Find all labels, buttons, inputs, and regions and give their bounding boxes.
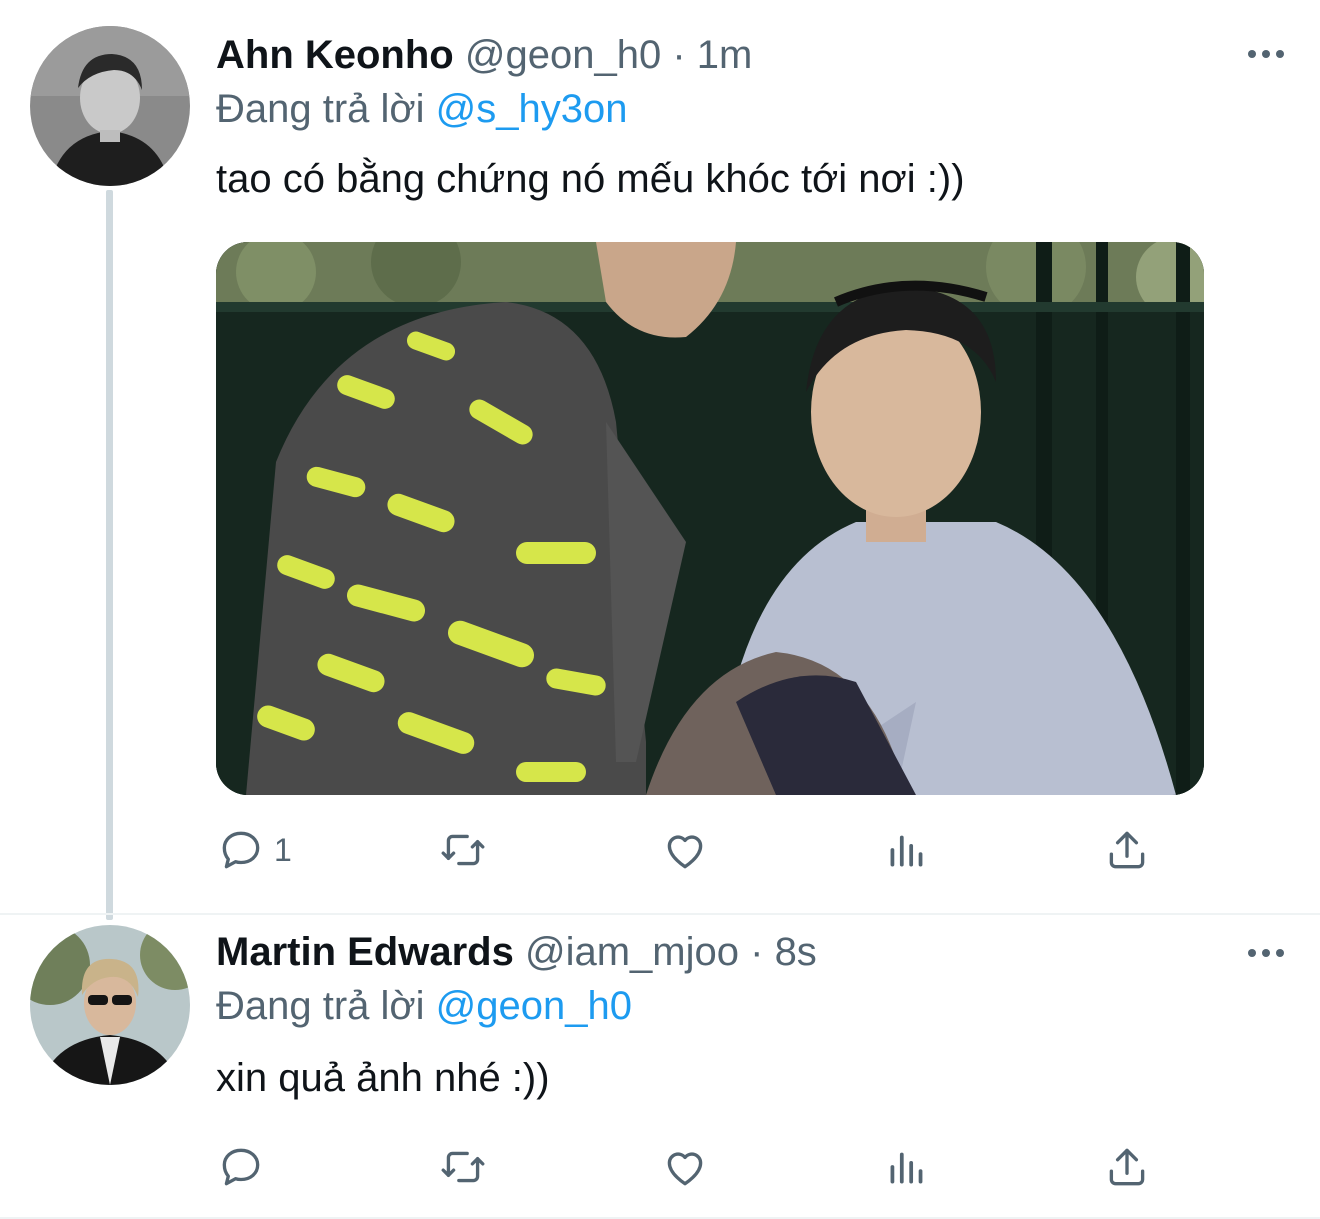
reply-count: 1 xyxy=(274,831,292,868)
separator-dot: · xyxy=(672,33,686,77)
like-button[interactable] xyxy=(660,820,718,880)
reply-icon xyxy=(222,1148,260,1186)
reply-button[interactable]: 1 xyxy=(216,820,292,880)
timestamp[interactable]: 1m xyxy=(697,33,753,77)
separator-dot: · xyxy=(750,930,764,974)
display-name[interactable]: Martin Edwards xyxy=(216,930,514,974)
views-icon xyxy=(890,835,923,867)
like-icon xyxy=(667,835,703,869)
tweet-header: Ahn Keonho @geon_h0 · 1m xyxy=(216,30,752,80)
views-button[interactable] xyxy=(882,820,940,880)
replying-to: Đang trả lời @s_hy3on xyxy=(216,84,628,134)
handle[interactable]: @iam_mjoo xyxy=(525,930,739,974)
tweet-header: Martin Edwards @iam_mjoo · 8s xyxy=(216,927,817,977)
more-icon[interactable] xyxy=(1246,44,1286,64)
reply-mention[interactable]: @s_hy3on xyxy=(436,87,628,131)
retweet-icon xyxy=(441,1151,485,1183)
share-button[interactable] xyxy=(1102,1137,1152,1197)
replying-to: Đang trả lời @geon_h0 xyxy=(216,981,632,1031)
thread-line xyxy=(106,190,113,920)
avatar[interactable] xyxy=(30,26,190,186)
like-button[interactable] xyxy=(660,1137,718,1197)
tweet[interactable]: Martin Edwards @iam_mjoo · 8s Đang trả l… xyxy=(0,915,1320,1219)
reply-prefix: Đang trả lời xyxy=(216,87,425,131)
timestamp[interactable]: 8s xyxy=(775,930,817,974)
views-icon xyxy=(890,1152,923,1184)
display-name[interactable]: Ahn Keonho xyxy=(216,33,454,77)
views-button[interactable] xyxy=(882,1137,940,1197)
reply-button[interactable] xyxy=(216,1137,274,1197)
tweet-text: xin quả ảnh nhé :)) xyxy=(216,1056,550,1100)
avatar[interactable] xyxy=(30,925,190,1085)
tweet[interactable]: Ahn Keonho @geon_h0 · 1m Đang trả lời @s… xyxy=(0,0,1320,920)
retweet-icon xyxy=(441,834,485,866)
tweet-text: tao có bằng chứng nó mếu khóc tới nơi :)… xyxy=(216,157,965,201)
like-icon xyxy=(667,1152,703,1186)
reply-prefix: Đang trả lời xyxy=(216,984,425,1028)
reply-mention[interactable]: @geon_h0 xyxy=(436,984,632,1028)
share-icon xyxy=(1109,1148,1145,1186)
action-bar xyxy=(216,1137,1176,1197)
handle[interactable]: @geon_h0 xyxy=(465,33,661,77)
share-button[interactable] xyxy=(1102,820,1152,880)
more-icon[interactable] xyxy=(1246,943,1286,963)
action-bar: 1 xyxy=(216,820,1176,880)
reply-icon xyxy=(222,831,260,869)
retweet-button[interactable] xyxy=(438,820,496,880)
retweet-button[interactable] xyxy=(438,1137,496,1197)
tweet-photo[interactable] xyxy=(216,242,1204,795)
share-icon xyxy=(1109,831,1145,869)
